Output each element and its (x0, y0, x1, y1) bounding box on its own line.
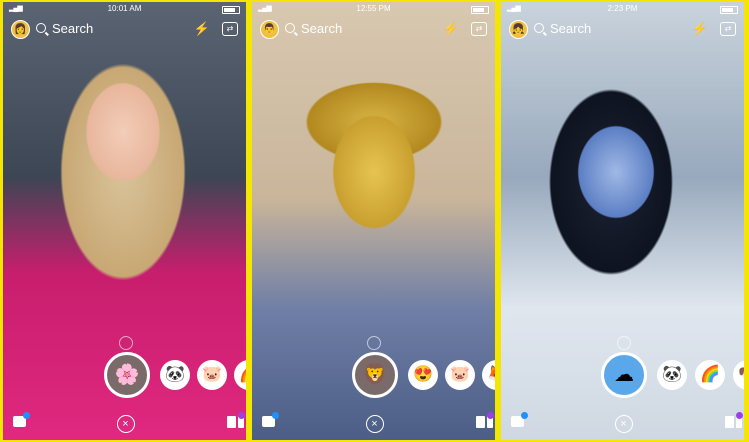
flip-camera-icon[interactable]: ⇄ (720, 22, 736, 36)
avatar[interactable]: 👨 (260, 20, 279, 39)
lens-option[interactable]: 🌈 (695, 360, 725, 390)
battery-icon (222, 6, 240, 14)
search-placeholder: Search (550, 21, 592, 36)
search-bar[interactable]: Search (534, 20, 591, 38)
phone-screen-2: ▂▄▆ 12:55 PM 👨 Search ⚡ ⇄ 🦁 😍 🐷 🦊 × (252, 2, 495, 440)
top-bar: 👨 Search ⚡ ⇄ (252, 18, 495, 42)
battery-icon (471, 6, 489, 14)
flip-camera-icon[interactable]: ⇄ (471, 22, 487, 36)
chat-icon[interactable] (262, 412, 279, 427)
lens-option[interactable]: 🦊 (482, 360, 495, 390)
lens-option[interactable]: 🌈 (234, 360, 246, 390)
chat-icon[interactable] (511, 412, 528, 427)
signal-icon: ▂▄▆ (507, 5, 521, 12)
status-time: 12:55 PM (356, 4, 391, 13)
lens-option[interactable]: 🐶 (733, 360, 744, 390)
lens-selected[interactable]: ☁ (601, 352, 647, 398)
flash-icon[interactable]: ⚡ (443, 21, 459, 37)
flip-camera-icon[interactable]: ⇄ (222, 22, 238, 36)
capture-indicator (119, 336, 133, 350)
battery-icon (720, 6, 738, 14)
status-bar: ▂▄▆ 10:01 AM (3, 2, 246, 16)
lens-option[interactable]: 🐷 (197, 360, 227, 390)
lens-carousel: ☁ 🐼 🌈 🐶 (501, 336, 744, 398)
avatar[interactable]: 👩 (11, 20, 30, 39)
bottom-bar: × (3, 412, 246, 434)
capture-indicator (367, 336, 381, 350)
top-bar: 👩 Search ⚡ ⇄ (3, 18, 246, 42)
stories-icon[interactable] (476, 412, 494, 428)
status-bar: ▂▄▆ 2:23 PM (501, 2, 744, 16)
close-lens-button[interactable]: × (116, 415, 135, 433)
phone-screen-1: ▂▄▆ 10:01 AM 👩 Search ⚡ ⇄ 🌸 🐼 🐷 🌈 × (3, 2, 246, 440)
lens-option[interactable]: 🐼 (160, 360, 190, 390)
bottom-bar: × (252, 412, 495, 434)
close-lens-button[interactable]: × (614, 415, 633, 433)
avatar[interactable]: 👧 (509, 20, 528, 39)
search-placeholder: Search (52, 21, 94, 36)
capture-indicator (617, 336, 631, 350)
top-bar: 👧 Search ⚡ ⇄ (501, 18, 744, 42)
chat-icon[interactable] (13, 412, 30, 427)
phone-screen-3: ▂▄▆ 2:23 PM 👧 Search ⚡ ⇄ ☁ 🐼 🌈 🐶 × (501, 2, 744, 440)
stories-icon[interactable] (227, 412, 245, 428)
lens-selected[interactable]: 🦁 (352, 352, 398, 398)
stories-icon[interactable] (725, 412, 743, 428)
flash-icon[interactable]: ⚡ (194, 21, 210, 37)
search-icon (534, 23, 544, 33)
lens-option[interactable]: 😍 (408, 360, 438, 390)
close-lens-button[interactable]: × (365, 415, 384, 433)
status-time: 2:23 PM (607, 4, 638, 13)
status-bar: ▂▄▆ 12:55 PM (252, 2, 495, 16)
lens-carousel: 🦁 😍 🐷 🦊 (252, 336, 495, 398)
search-icon (36, 23, 46, 33)
status-time: 10:01 AM (107, 4, 142, 13)
search-bar[interactable]: Search (36, 20, 93, 38)
bottom-bar: × (501, 412, 744, 434)
signal-icon: ▂▄▆ (258, 5, 272, 12)
lens-selected[interactable]: 🌸 (104, 352, 150, 398)
search-bar[interactable]: Search (285, 20, 342, 38)
search-icon (285, 23, 295, 33)
lens-carousel: 🌸 🐼 🐷 🌈 (3, 336, 246, 398)
flash-icon[interactable]: ⚡ (692, 21, 708, 37)
signal-icon: ▂▄▆ (9, 5, 23, 12)
lens-option[interactable]: 🐷 (445, 360, 475, 390)
search-placeholder: Search (301, 21, 343, 36)
lens-option[interactable]: 🐼 (657, 360, 687, 390)
